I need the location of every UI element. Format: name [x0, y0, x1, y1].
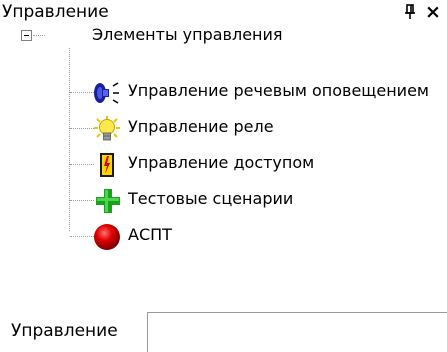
- control-panel: Управление × Элементы управления Управле…: [0, 0, 447, 352]
- tree-item-relay[interactable]: Управление реле: [0, 114, 447, 144]
- close-icon[interactable]: ×: [425, 1, 447, 23]
- green-plus-icon: [93, 187, 125, 215]
- loudspeaker-icon: [93, 79, 125, 107]
- close-glyph: ×: [425, 1, 441, 23]
- tree-item-access[interactable]: Управление доступом: [0, 150, 447, 180]
- tree-item-speech[interactable]: Управление речевым оповещением: [0, 78, 447, 108]
- pin-icon[interactable]: [402, 3, 418, 21]
- tree-root-label[interactable]: Элементы управления: [92, 25, 283, 45]
- tree-item-label: АСПТ: [128, 225, 172, 244]
- tree-item-label: Управление реле: [128, 117, 274, 136]
- tree-item-label: Управление доступом: [128, 153, 315, 172]
- tree-item-test-scenarios[interactable]: Тестовые сценарии: [0, 186, 447, 216]
- tree-item-aspt[interactable]: АСПТ: [0, 222, 447, 252]
- tree-item-label: Тестовые сценарии: [128, 189, 294, 208]
- lightbulb-icon: [93, 115, 125, 143]
- tree-item-label: Управление речевым оповещением: [128, 81, 429, 100]
- panel-tabbar: Управление: [0, 312, 447, 352]
- access-door-icon: [93, 151, 125, 179]
- tree-root[interactable]: Элементы управления: [0, 24, 447, 54]
- tab-label: Управление: [11, 321, 118, 341]
- collapse-icon[interactable]: [21, 30, 32, 41]
- tab-control[interactable]: Управление: [0, 312, 148, 352]
- panel-header: Управление ×: [0, 0, 447, 24]
- tree-view[interactable]: Элементы управления Управление речевым о…: [0, 24, 447, 312]
- red-ball-icon: [93, 223, 125, 251]
- panel-title: Управление: [2, 2, 109, 22]
